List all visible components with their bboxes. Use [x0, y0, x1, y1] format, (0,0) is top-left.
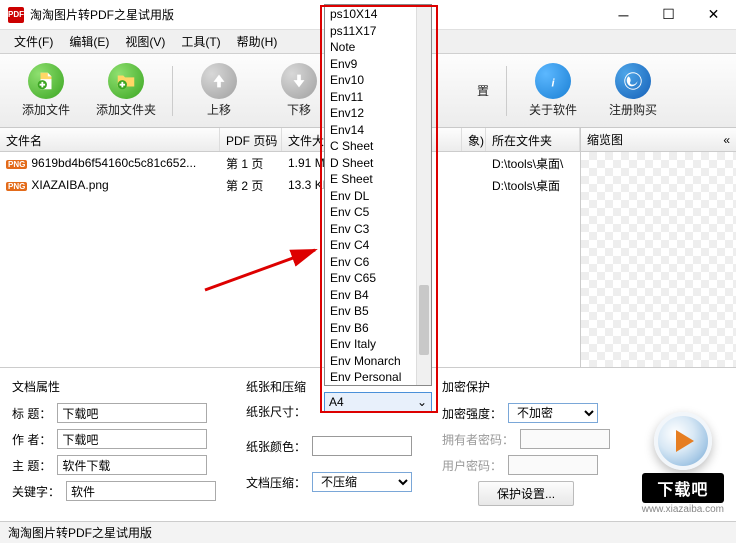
move-up-label: 上移: [207, 101, 231, 118]
user-pwd-label: 用户密码：: [442, 457, 502, 474]
chevron-down-icon: ⌄: [417, 395, 427, 409]
title-input[interactable]: [57, 403, 207, 423]
paper-color-label: 纸张颜色：: [246, 438, 306, 455]
paper-size-select[interactable]: A4 ⌄: [324, 392, 432, 412]
watermark-play-icon: [654, 412, 712, 470]
owner-pwd-label: 拥有者密码：: [442, 431, 514, 448]
menu-view[interactable]: 视图(V): [117, 30, 173, 53]
title-label: 标 题：: [12, 405, 51, 422]
menu-edit[interactable]: 编辑(E): [61, 30, 117, 53]
info-icon: i: [535, 63, 571, 99]
compress-select[interactable]: 不压缩: [312, 472, 412, 492]
table-row[interactable]: PNG9619bd4b6f54160c5c81c652... 第 1 页 1.9…: [0, 152, 580, 174]
move-down-icon: [281, 63, 317, 99]
add-file-button[interactable]: 添加文件: [8, 59, 84, 123]
window-title: 淘淘图片转PDF之星试用版: [30, 6, 601, 23]
add-folder-label: 添加文件夹: [96, 101, 156, 118]
toolbar-separator: [172, 66, 173, 116]
col-folder-stub[interactable]: 象): [462, 128, 486, 151]
cell-folder: D:\tools\桌面\: [486, 153, 580, 174]
status-text: 淘淘图片转PDF之星试用版: [8, 524, 152, 541]
statusbar: 淘淘图片转PDF之星试用版: [0, 521, 736, 543]
close-button[interactable]: ✕: [691, 0, 736, 30]
png-badge-icon: PNG: [6, 160, 27, 169]
group-title: 文档属性: [12, 378, 216, 395]
add-folder-icon: [108, 63, 144, 99]
author-label: 作 者：: [12, 431, 51, 448]
register-button[interactable]: 注册购买: [595, 59, 671, 123]
group-doc-attr: 文档属性 标 题： 作 者： 主 题： 关键字：: [12, 378, 216, 512]
cell-page: 第 2 页: [220, 175, 282, 196]
enc-strength-select[interactable]: 不加密: [508, 403, 598, 423]
group-encrypt: 加密保护 加密强度： 不加密 拥有者密码： 用户密码： 保护设置...: [442, 378, 610, 512]
col-folder[interactable]: 所在文件夹: [486, 128, 580, 151]
settings-button-partial[interactable]: 置: [468, 59, 498, 123]
enc-strength-label: 加密强度：: [442, 405, 502, 422]
about-label: 关于软件: [529, 101, 577, 118]
preview-pane: 缩览图 «: [581, 128, 736, 367]
watermark: 下载吧 www.xiazaiba.com: [642, 412, 724, 515]
table-header: 文件名 PDF 页码 文件大小 象) 所在文件夹: [0, 128, 580, 152]
cell-filename: 9619bd4b6f54160c5c81c652...: [31, 156, 196, 170]
cell-filename: XIAZAIBA.png: [31, 178, 108, 192]
paper-size-label: 纸张尺寸：: [246, 403, 306, 420]
menu-tools[interactable]: 工具(T): [173, 30, 228, 53]
register-label: 注册购买: [609, 101, 657, 118]
paper-size-value: A4: [329, 395, 344, 409]
move-down-label: 下移: [287, 101, 311, 118]
col-filename[interactable]: 文件名: [0, 128, 220, 151]
app-icon: PDF: [8, 7, 24, 23]
preview-title: 缩览图: [587, 131, 623, 148]
globe-icon: [615, 63, 651, 99]
add-file-icon: [28, 63, 64, 99]
move-up-icon: [201, 63, 237, 99]
collapse-preview-icon[interactable]: «: [723, 133, 730, 147]
group-title: 加密保护: [442, 378, 610, 395]
about-button[interactable]: i 关于软件: [515, 59, 591, 123]
png-badge-icon: PNG: [6, 182, 27, 191]
add-folder-button[interactable]: 添加文件夹: [88, 59, 164, 123]
file-list-pane: 文件名 PDF 页码 文件大小 象) 所在文件夹 PNG 9619bd4b6f54…: [0, 128, 581, 367]
minimize-button[interactable]: ─: [601, 0, 646, 30]
menu-file[interactable]: 文件(F): [6, 30, 61, 53]
user-pwd-input: [508, 455, 598, 475]
dropdown-scrollbar[interactable]: [416, 5, 431, 385]
scrollbar-thumb[interactable]: [419, 285, 429, 355]
keyword-input[interactable]: [66, 481, 216, 501]
watermark-text: 下载吧: [642, 473, 724, 503]
paper-size-dropdown[interactable]: ps10X14ps11X17NoteEnv9Env10Env11Env12Env…: [324, 4, 432, 386]
paper-color-picker[interactable]: [312, 436, 412, 456]
subject-label: 主 题：: [12, 457, 51, 474]
cell-page: 第 1 页: [220, 153, 282, 174]
keyword-label: 关键字：: [12, 483, 60, 500]
menu-help[interactable]: 帮助(H): [229, 30, 286, 53]
maximize-button[interactable]: ☐: [646, 0, 691, 30]
preview-checker: [581, 152, 736, 367]
col-page[interactable]: PDF 页码: [220, 128, 282, 151]
author-input[interactable]: [57, 429, 207, 449]
settings-label-partial: 置: [477, 82, 489, 99]
table-row[interactable]: PNGXIAZAIBA.png 第 2 页 13.3 KB D:\tools\桌…: [0, 174, 580, 196]
svg-text:i: i: [551, 78, 555, 90]
watermark-url: www.xiazaiba.com: [642, 504, 724, 515]
cell-folder: D:\tools\桌面: [486, 175, 580, 196]
owner-pwd-input: [520, 429, 610, 449]
move-up-button[interactable]: 上移: [181, 59, 257, 123]
add-file-label: 添加文件: [22, 101, 70, 118]
protection-settings-button[interactable]: 保护设置...: [478, 481, 574, 506]
compress-label: 文档压缩：: [246, 474, 306, 491]
toolbar-separator: [506, 66, 507, 116]
subject-input[interactable]: [57, 455, 207, 475]
